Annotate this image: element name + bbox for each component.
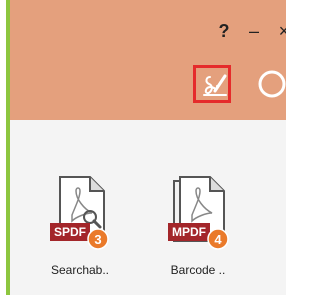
close-button[interactable]: × bbox=[276, 18, 286, 44]
barcode-pdf-icon: MPDF 4 bbox=[168, 176, 229, 250]
help-button[interactable]: ? bbox=[216, 18, 232, 44]
minimize-button[interactable]: – bbox=[246, 18, 262, 44]
app-window: ? – × SPDF 3 Searchab.. MPDF 4 Barcode .… bbox=[10, 0, 286, 295]
header-bar: ? – × bbox=[10, 0, 286, 120]
tool-label: Barcode .. bbox=[170, 263, 226, 277]
sign-button[interactable] bbox=[193, 65, 231, 103]
tool-barcode-pdf[interactable]: MPDF 4 Barcode .. bbox=[158, 175, 238, 285]
tool-badge-number: 4 bbox=[214, 232, 222, 247]
tool-badge-number: 3 bbox=[94, 232, 101, 247]
tool-badge-text: MPDF bbox=[172, 225, 206, 239]
tool-badge-text: SPDF bbox=[54, 225, 86, 239]
signature-icon bbox=[203, 74, 227, 96]
searchable-pdf-icon: SPDF 3 bbox=[50, 176, 109, 250]
search-button[interactable] bbox=[254, 67, 286, 101]
tool-searchable-pdf[interactable]: SPDF 3 Searchab.. bbox=[40, 175, 120, 285]
search-icon bbox=[258, 70, 286, 98]
tools-panel: SPDF 3 Searchab.. MPDF 4 Barcode .. bbox=[10, 120, 286, 295]
tool-label: Searchab.. bbox=[50, 263, 110, 277]
